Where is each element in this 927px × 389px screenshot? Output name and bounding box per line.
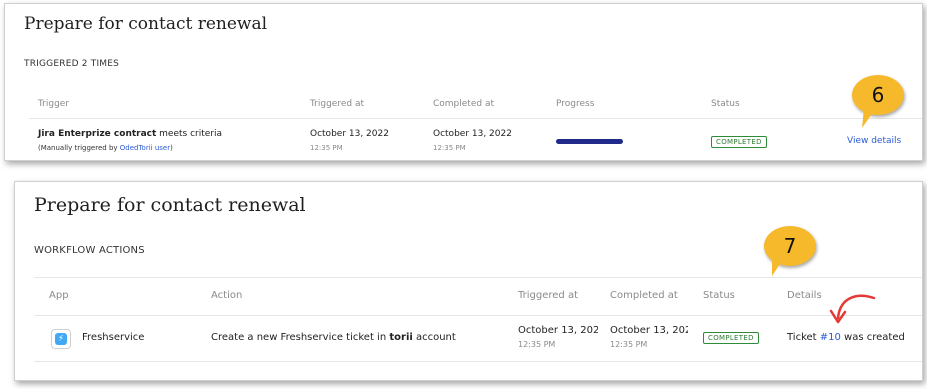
app-name: Freshservice	[82, 332, 145, 343]
workflow-runs-panel: Prepare for contact renewal TRIGGERED 2 …	[4, 3, 923, 161]
page-title: Prepare for contact renewal	[34, 194, 306, 216]
column-header-action: Action	[211, 290, 243, 301]
freshservice-app-icon: ⚡	[51, 329, 71, 349]
column-header-completed-at: Completed at	[433, 99, 494, 109]
account-name: torii	[389, 332, 413, 343]
column-header-status: Status	[703, 290, 735, 301]
page-title: Prepare for contact renewal	[24, 14, 268, 34]
completed-date: October 13, 2022	[433, 129, 512, 139]
column-header-triggered-at: Triggered at	[310, 99, 364, 109]
trigger-condition: meets criteria	[156, 129, 223, 139]
ticket-link[interactable]: #10	[820, 332, 841, 343]
triggered-time: 12:35 PM	[518, 340, 556, 349]
progress-bar	[556, 139, 623, 144]
column-header-progress: Progress	[556, 99, 595, 109]
completed-time: 12:35 PM	[610, 340, 648, 349]
column-header-status: Status	[711, 99, 740, 109]
completed-time: 12:35 PM	[433, 144, 466, 152]
callout-pointer-7	[772, 258, 784, 276]
workflow-actions-panel: Prepare for contact renewal WORKFLOW ACT…	[14, 181, 923, 381]
section-label: WORKFLOW ACTIONS	[34, 245, 145, 256]
column-header-app: App	[49, 290, 69, 301]
status-badge: COMPLETED	[711, 136, 767, 148]
manual-trigger-note: (Manually triggered by OdedTorii user)	[38, 144, 173, 152]
manual-trigger-user-link[interactable]: OdedTorii user	[120, 144, 170, 152]
view-details-link[interactable]: View details	[847, 136, 901, 146]
action-cell: Create a new Freshservice ticket in tori…	[211, 332, 456, 343]
trigger-cell: Jira Enterprize contract meets criteria	[38, 129, 222, 139]
column-header-trigger: Trigger	[38, 99, 70, 109]
column-header-completed-at: Completed at	[610, 290, 678, 301]
triggered-date: October 13, 2022	[518, 325, 598, 336]
header-divider	[34, 315, 922, 316]
details-cell: Ticket #10 was created	[787, 332, 905, 343]
column-header-details: Details	[787, 290, 822, 301]
status-badge: COMPLETED	[703, 332, 759, 344]
triggered-date: October 13, 2022	[310, 129, 389, 139]
row-divider	[34, 361, 922, 362]
column-header-triggered-at: Triggered at	[518, 290, 578, 301]
completed-date: October 13, 2022	[610, 325, 688, 336]
callout-pointer-6	[862, 108, 876, 128]
trigger-name: Jira Enterprize contract	[38, 129, 157, 139]
curved-arrow-annotation-icon	[829, 294, 876, 324]
triggered-time: 12:35 PM	[310, 144, 343, 152]
section-label: TRIGGERED 2 TIMES	[24, 59, 120, 69]
header-divider	[29, 118, 922, 119]
lightning-icon: ⚡	[55, 333, 67, 345]
section-divider	[34, 277, 922, 278]
